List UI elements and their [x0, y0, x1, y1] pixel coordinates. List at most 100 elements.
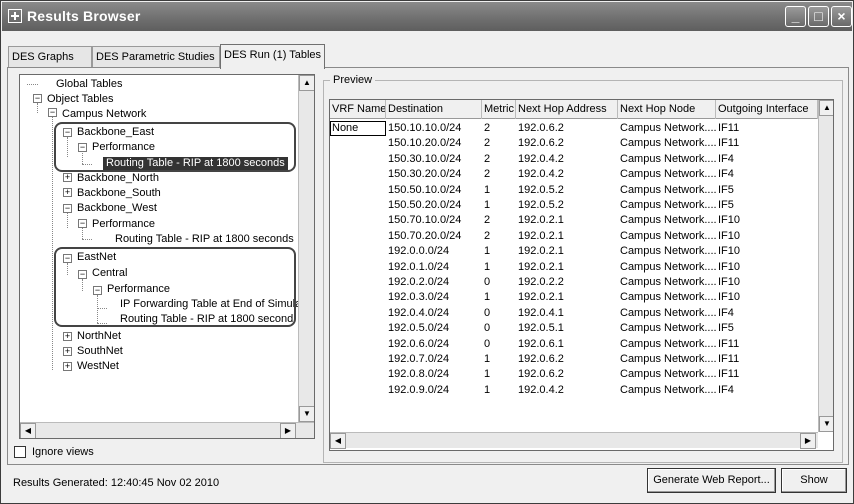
table-row[interactable]: 150.30.10.0/24 2 192.0.4.2 Campus Network..…: [330, 152, 818, 167]
vrf-name-cell[interactable]: [330, 198, 386, 213]
next-hop-address-cell[interactable]: 192.0.2.2: [516, 275, 618, 290]
next-hop-address-cell[interactable]: 192.0.6.2: [516, 136, 618, 151]
metric-cell[interactable]: 1: [482, 352, 516, 367]
destination-cell[interactable]: 192.0.2.0/24: [386, 275, 482, 290]
table-row[interactable]: 150.70.10.0/24 2 192.0.2.1 Campus Network..…: [330, 213, 818, 228]
vrf-name-cell[interactable]: [330, 321, 386, 336]
column-header[interactable]: Metric: [482, 100, 516, 119]
expand-icon[interactable]: +: [63, 347, 72, 356]
destination-cell[interactable]: 150.10.10.0/24: [386, 121, 482, 136]
title-bar[interactable]: Results Browser _ □ ×: [2, 2, 852, 31]
tree-item-object-tables[interactable]: Object Tables: [47, 93, 113, 106]
next-hop-address-cell[interactable]: 192.0.5.2: [516, 183, 618, 198]
outgoing-interface-cell[interactable]: IF5: [716, 321, 818, 336]
tree-item-routing-table[interactable]: Routing Table - RIP at 1800 seconds: [115, 233, 294, 246]
outgoing-interface-cell[interactable]: IF11: [716, 136, 818, 151]
vrf-name-cell[interactable]: [330, 290, 386, 305]
destination-cell[interactable]: 192.0.5.0/24: [386, 321, 482, 336]
vrf-name-cell[interactable]: [330, 306, 386, 321]
next-hop-node-cell[interactable]: Campus Network....: [618, 136, 716, 151]
metric-cell[interactable]: 2: [482, 167, 516, 182]
destination-cell[interactable]: 192.0.7.0/24: [386, 352, 482, 367]
vrf-name-cell[interactable]: [330, 136, 386, 151]
next-hop-address-cell[interactable]: 192.0.5.1: [516, 321, 618, 336]
expand-icon[interactable]: +: [63, 362, 72, 371]
metric-cell[interactable]: 1: [482, 198, 516, 213]
destination-cell[interactable]: 192.0.6.0/24: [386, 337, 482, 352]
table-row[interactable]: 150.30.20.0/24 2 192.0.4.2 Campus Network..…: [330, 167, 818, 182]
close-button[interactable]: ×: [831, 6, 852, 27]
vrf-name-cell[interactable]: [330, 183, 386, 198]
outgoing-interface-cell[interactable]: IF10: [716, 229, 818, 244]
destination-cell[interactable]: 150.10.20.0/24: [386, 136, 482, 151]
next-hop-address-cell[interactable]: 192.0.4.1: [516, 306, 618, 321]
show-button[interactable]: Show: [781, 468, 847, 493]
next-hop-address-cell[interactable]: 192.0.6.1: [516, 337, 618, 352]
metric-cell[interactable]: 2: [482, 152, 516, 167]
collapse-icon[interactable]: −: [33, 94, 42, 103]
scroll-down-icon[interactable]: ▼: [299, 406, 314, 422]
destination-cell[interactable]: 192.0.8.0/24: [386, 367, 482, 382]
metric-cell[interactable]: 1: [482, 290, 516, 305]
table-row[interactable]: 150.50.10.0/24 1 192.0.5.2 Campus Network..…: [330, 183, 818, 198]
table-row[interactable]: None 150.10.10.0/24 2 192.0.6.2 Campus Netwo…: [330, 121, 818, 136]
vrf-name-cell[interactable]: None: [330, 121, 386, 136]
next-hop-node-cell[interactable]: Campus Network....: [618, 198, 716, 213]
tab-des-graphs[interactable]: DES Graphs: [8, 46, 92, 68]
outgoing-interface-cell[interactable]: IF4: [716, 383, 818, 398]
table-row[interactable]: 192.0.9.0/24 1 192.0.4.2 Campus Network....…: [330, 383, 818, 398]
vrf-name-cell[interactable]: [330, 367, 386, 382]
metric-cell[interactable]: 1: [482, 383, 516, 398]
expand-icon[interactable]: +: [63, 173, 72, 182]
next-hop-node-cell[interactable]: Campus Network....: [618, 152, 716, 167]
tab-des-run-tables[interactable]: DES Run (1) Tables: [220, 44, 325, 69]
metric-cell[interactable]: 1: [482, 260, 516, 275]
metric-cell[interactable]: 2: [482, 229, 516, 244]
metric-cell[interactable]: 2: [482, 121, 516, 136]
scroll-right-icon[interactable]: ▶: [280, 423, 296, 438]
scroll-left-icon[interactable]: ◀: [20, 423, 36, 438]
table-row[interactable]: 192.0.5.0/24 0 192.0.5.1 Campus Network....…: [330, 321, 818, 336]
table-row[interactable]: 192.0.2.0/24 0 192.0.2.2 Campus Network....…: [330, 275, 818, 290]
next-hop-node-cell[interactable]: Campus Network....: [618, 229, 716, 244]
destination-cell[interactable]: 150.30.20.0/24: [386, 167, 482, 182]
tree-item-performance[interactable]: Performance: [92, 218, 155, 231]
outgoing-interface-cell[interactable]: IF11: [716, 352, 818, 367]
column-header[interactable]: Next Hop Address: [516, 100, 618, 119]
column-header[interactable]: Next Hop Node: [618, 100, 716, 119]
outgoing-interface-cell[interactable]: IF4: [716, 167, 818, 182]
column-header[interactable]: Outgoing Interface: [716, 100, 818, 119]
next-hop-node-cell[interactable]: Campus Network....: [618, 352, 716, 367]
outgoing-interface-cell[interactable]: IF10: [716, 290, 818, 305]
tree-item-backbone-north[interactable]: Backbone_North: [77, 172, 159, 185]
table-row[interactable]: 192.0.7.0/24 1 192.0.6.2 Campus Network....…: [330, 352, 818, 367]
destination-cell[interactable]: 192.0.9.0/24: [386, 383, 482, 398]
collapse-icon[interactable]: −: [78, 219, 87, 228]
next-hop-node-cell[interactable]: Campus Network....: [618, 213, 716, 228]
scroll-up-icon[interactable]: ▲: [299, 75, 314, 91]
tree-item-backbone-west[interactable]: Backbone_West: [77, 202, 157, 215]
next-hop-address-cell[interactable]: 192.0.2.1: [516, 213, 618, 228]
ignore-views-label[interactable]: Ignore views: [32, 446, 94, 458]
tree-item-global-tables[interactable]: Global Tables: [56, 78, 122, 91]
next-hop-node-cell[interactable]: Campus Network....: [618, 260, 716, 275]
table-row[interactable]: 192.0.6.0/24 0 192.0.6.1 Campus Network....…: [330, 337, 818, 352]
next-hop-node-cell[interactable]: Campus Network....: [618, 306, 716, 321]
metric-cell[interactable]: 0: [482, 275, 516, 290]
table-row[interactable]: 192.0.8.0/24 1 192.0.6.2 Campus Network....…: [330, 367, 818, 382]
destination-cell[interactable]: 192.0.0.0/24: [386, 244, 482, 259]
table-vertical-scrollbar[interactable]: ▲ ▼: [818, 100, 833, 432]
table-row[interactable]: 150.70.20.0/24 2 192.0.2.1 Campus Network..…: [330, 229, 818, 244]
vrf-name-cell[interactable]: [330, 275, 386, 290]
vrf-name-cell[interactable]: [330, 152, 386, 167]
outgoing-interface-cell[interactable]: IF11: [716, 367, 818, 382]
table-row[interactable]: 192.0.0.0/24 1 192.0.2.1 Campus Network....…: [330, 244, 818, 259]
next-hop-node-cell[interactable]: Campus Network....: [618, 337, 716, 352]
scroll-down-icon[interactable]: ▼: [819, 416, 833, 432]
next-hop-node-cell[interactable]: Campus Network....: [618, 167, 716, 182]
tree-item-campus-network[interactable]: Campus Network: [62, 108, 146, 121]
outgoing-interface-cell[interactable]: IF4: [716, 152, 818, 167]
outgoing-interface-cell[interactable]: IF4: [716, 306, 818, 321]
next-hop-address-cell[interactable]: 192.0.4.2: [516, 152, 618, 167]
expand-icon[interactable]: +: [63, 332, 72, 341]
